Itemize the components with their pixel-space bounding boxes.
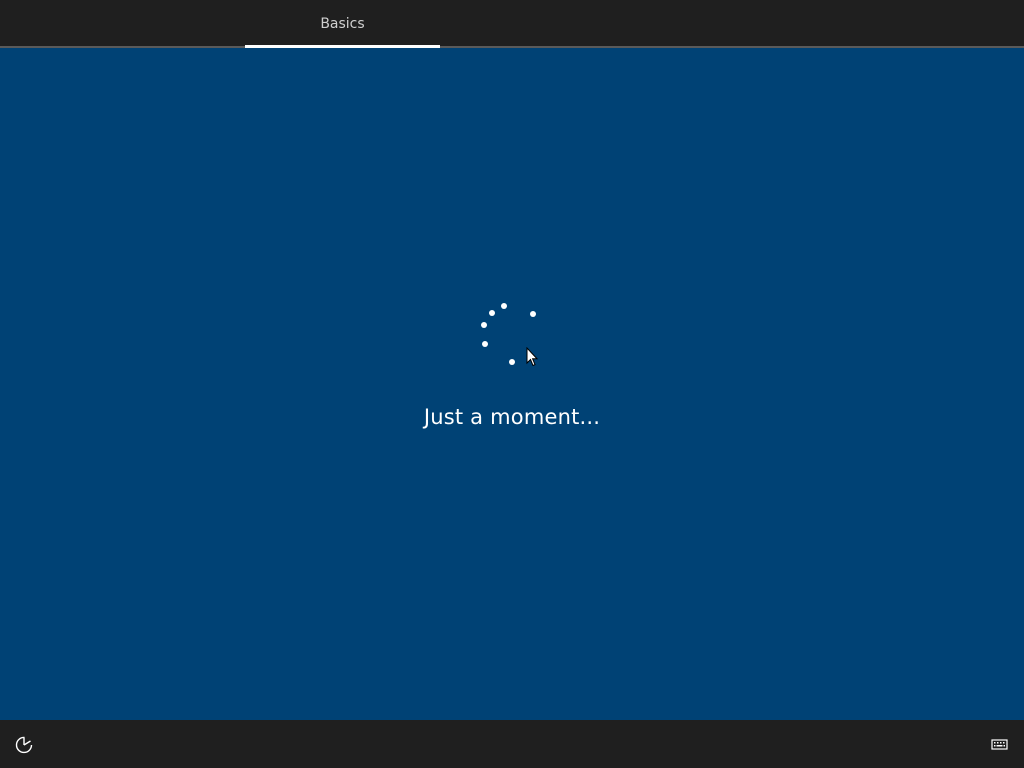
- tab-basics-label: Basics: [320, 16, 365, 32]
- keyboard-icon: [991, 739, 1008, 750]
- on-screen-keyboard-button[interactable]: [988, 735, 1012, 755]
- mouse-cursor-icon: [526, 347, 538, 367]
- top-navigation-bar: Basics: [0, 0, 1024, 48]
- setup-content-area: [0, 48, 1024, 720]
- ease-of-access-button[interactable]: [12, 734, 36, 756]
- tab-basics[interactable]: Basics: [245, 0, 440, 46]
- status-message: Just a moment...: [423, 405, 601, 429]
- ease-of-access-icon: [15, 736, 33, 754]
- bottom-bar: [0, 720, 1024, 768]
